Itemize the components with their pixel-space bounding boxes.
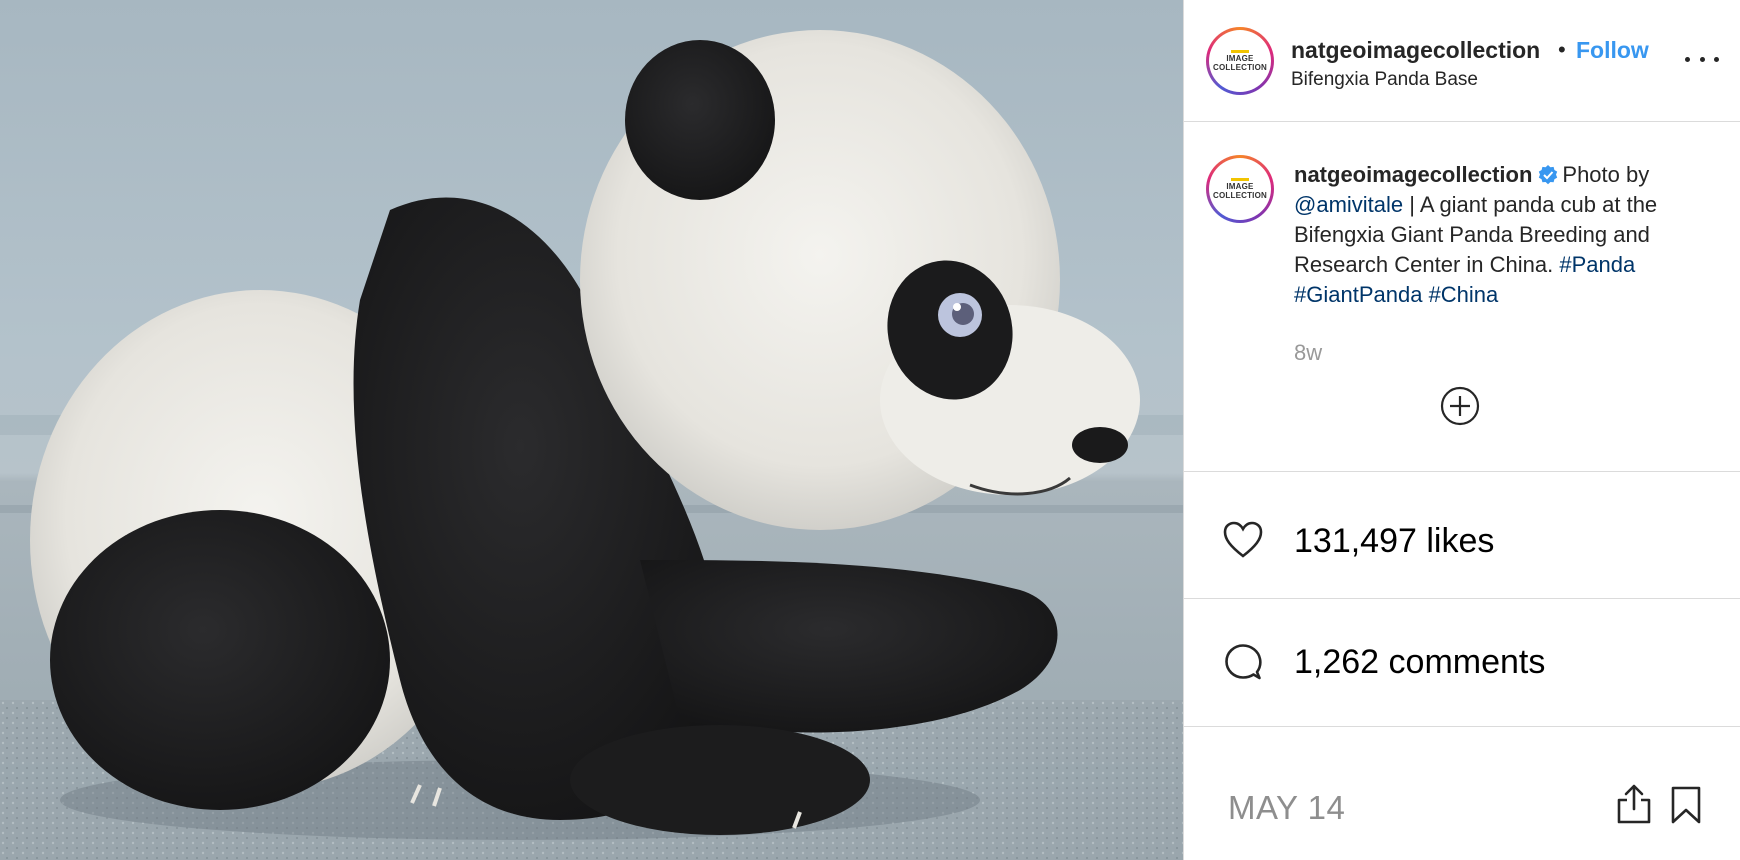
comments-count[interactable]: 1,262 comments bbox=[1294, 643, 1545, 682]
bookmark-icon[interactable] bbox=[1670, 785, 1702, 825]
verified-badge-icon bbox=[1539, 165, 1558, 185]
share-icon[interactable] bbox=[1616, 783, 1652, 825]
hashtag-link[interactable]: #China bbox=[1429, 282, 1499, 307]
separator-dot: • bbox=[1558, 37, 1566, 62]
post-caption: natgeoimagecollection Photo by @amivitale… bbox=[1294, 160, 1714, 310]
author-username[interactable]: natgeoimagecollection bbox=[1291, 37, 1540, 64]
follow-button[interactable]: Follow bbox=[1576, 37, 1649, 64]
caption-username[interactable]: natgeoimagecollection bbox=[1294, 162, 1532, 187]
divider bbox=[1184, 726, 1740, 727]
image-collection-logo: IMAGE COLLECTION bbox=[1213, 162, 1267, 216]
divider bbox=[1184, 121, 1740, 122]
heart-icon[interactable] bbox=[1222, 520, 1264, 560]
post-date[interactable]: MAY 14 bbox=[1228, 789, 1345, 827]
post-location[interactable]: Bifengxia Panda Base bbox=[1291, 69, 1478, 91]
author-avatar[interactable]: IMAGE COLLECTION bbox=[1206, 27, 1274, 95]
more-options-icon[interactable] bbox=[1685, 44, 1719, 74]
post-photo[interactable] bbox=[0, 0, 1183, 860]
mention-link[interactable]: @amivitale bbox=[1294, 192, 1403, 217]
post-side-panel: IMAGE COLLECTION natgeoimagecollection •… bbox=[1183, 0, 1740, 860]
image-collection-logo: IMAGE COLLECTION bbox=[1213, 34, 1267, 88]
hashtag-link[interactable]: #Panda bbox=[1559, 252, 1635, 277]
hashtag-link[interactable]: #GiantPanda bbox=[1294, 282, 1422, 307]
plus-circle-icon[interactable] bbox=[1440, 386, 1480, 426]
caption-text-intro: Photo by bbox=[1562, 162, 1650, 187]
panda-cub-illustration bbox=[0, 30, 1183, 860]
comment-bubble-icon[interactable] bbox=[1224, 643, 1262, 681]
divider bbox=[1184, 598, 1740, 599]
likes-count[interactable]: 131,497 likes bbox=[1294, 522, 1494, 561]
divider bbox=[1184, 471, 1740, 472]
caption-avatar[interactable]: IMAGE COLLECTION bbox=[1206, 155, 1274, 223]
post-age[interactable]: 8w bbox=[1294, 340, 1322, 366]
